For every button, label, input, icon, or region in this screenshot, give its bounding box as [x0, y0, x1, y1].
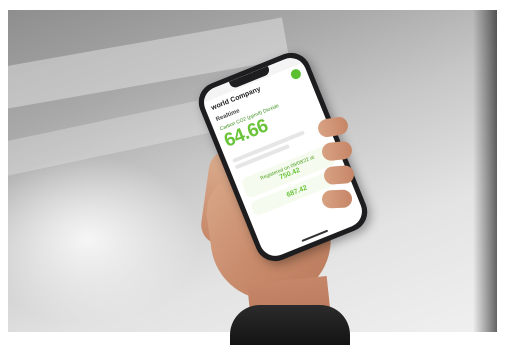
sleeve [230, 305, 350, 345]
avatar-icon[interactable] [289, 67, 303, 81]
finger [323, 164, 355, 186]
finger [321, 189, 353, 209]
dark-edge [473, 10, 497, 332]
home-indicator [301, 229, 329, 242]
